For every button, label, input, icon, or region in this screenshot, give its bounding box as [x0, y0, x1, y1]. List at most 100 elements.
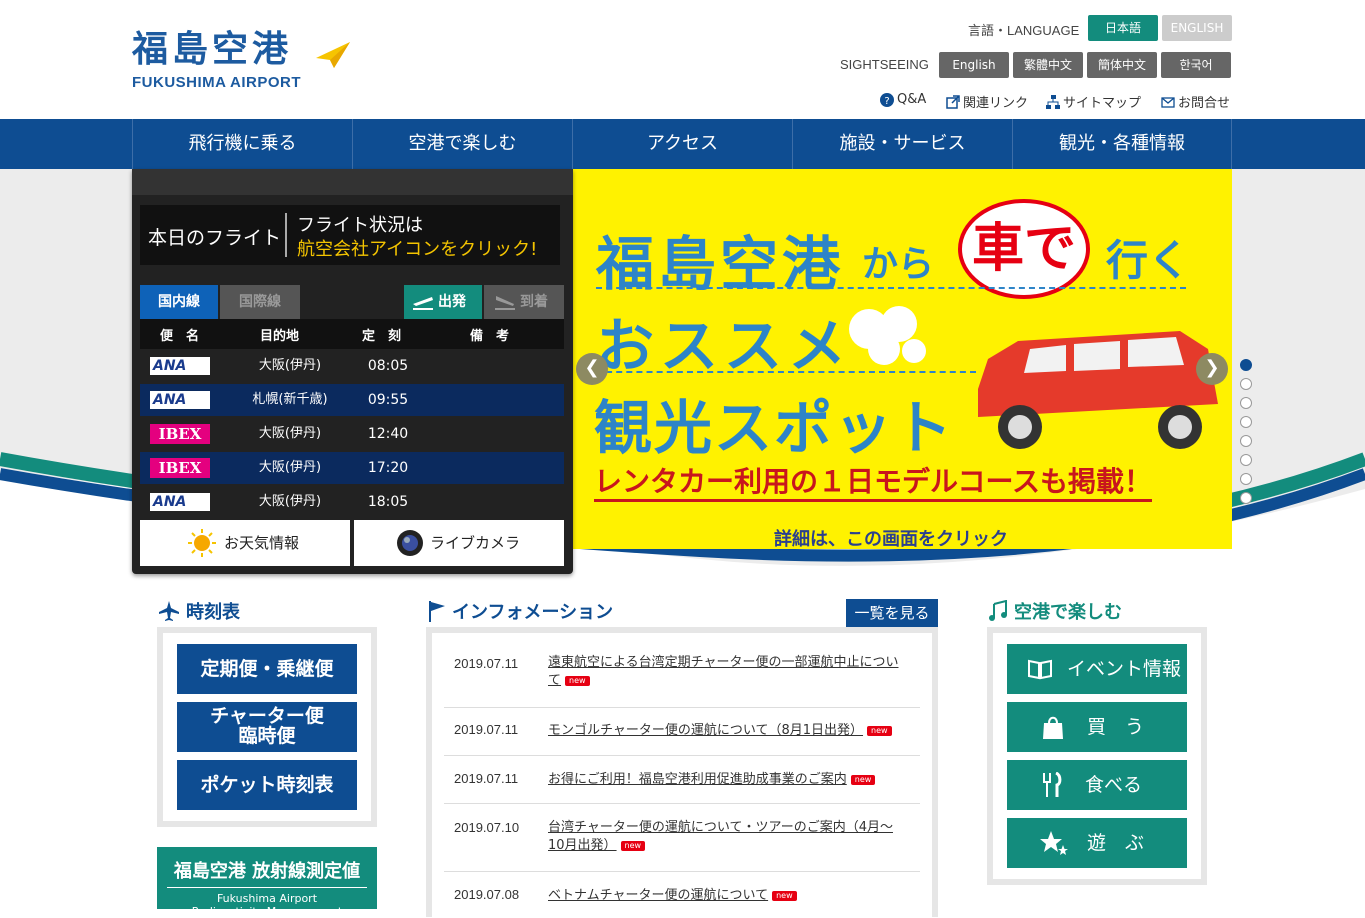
ibex-logo[interactable]: IBEX — [150, 458, 210, 478]
camera-lens-icon — [397, 530, 423, 556]
tab-domestic[interactable]: 国内線 — [140, 285, 218, 319]
news-item[interactable]: 2019.07.11 モンゴルチャーター便の運航について（8月1日出発） new — [444, 708, 920, 756]
sight-english-button[interactable]: English — [939, 52, 1009, 78]
weather-label: お天気情報 — [224, 534, 300, 552]
slide-dot-1[interactable] — [1240, 359, 1252, 371]
slide-dot-4[interactable] — [1240, 416, 1252, 428]
radiation-banner[interactable]: 福島空港 放射線測定値 Fukushima Airport Radioactiv… — [157, 847, 377, 918]
nav-board-plane[interactable]: 飛行機に乗る — [132, 119, 352, 169]
news-date: 2019.07.11 — [454, 656, 519, 671]
livecam-button[interactable]: ライブカメラ — [354, 520, 564, 566]
new-badge: new — [850, 774, 876, 785]
charter-flights-button[interactable]: チャーター便 臨時便 — [177, 702, 357, 752]
sight-korean-button[interactable]: 한국어 — [1161, 52, 1231, 78]
logo-english: FUKUSHIMA AIRPORT — [132, 74, 302, 91]
ana-logo[interactable]: ANA — [150, 357, 210, 375]
slide-detail-link[interactable]: 詳細は、この画面をクリック — [774, 525, 1008, 551]
board-title-panel: 本日のフライト フライト状況は 航空会社アイコンをクリック! — [140, 205, 560, 265]
flight-board: 本日のフライト フライト状況は 航空会社アイコンをクリック! 国内線 国際線 出… — [132, 169, 573, 574]
tab-departure-label: 出発 — [438, 294, 466, 310]
timetable-heading: 時刻表 — [158, 598, 240, 624]
stars-icon — [1040, 831, 1068, 855]
sitemap-link[interactable]: サイトマップ — [1046, 92, 1141, 111]
slide-next-button[interactable]: ❯ — [1196, 353, 1228, 385]
news-item[interactable]: 2019.07.08 ベトナムチャーター便の運航について new — [444, 872, 920, 912]
board-top-bar — [132, 169, 573, 195]
sight-traditional-chinese-button[interactable]: 繁體中文 — [1013, 52, 1083, 78]
lang-english-button[interactable]: ENGLISH — [1162, 15, 1232, 41]
related-links-link[interactable]: 関連リンク — [946, 92, 1028, 111]
info-heading: インフォメーション — [428, 598, 613, 624]
sight-simplified-chinese-button[interactable]: 簡体中文 — [1087, 52, 1157, 78]
timetable-heading-label: 時刻表 — [186, 602, 240, 623]
news-item[interactable]: 2019.07.11 お得にご利用！福島空港利用促進助成事業のご案内 new — [444, 756, 920, 804]
view-all-button[interactable]: 一覧を見る — [846, 599, 938, 627]
flight-row: IBEX 大阪(伊丹) 17:20 — [140, 452, 564, 484]
ibex-logo[interactable]: IBEX — [150, 424, 210, 444]
event-info-button[interactable]: イベント情報 — [1007, 644, 1187, 694]
board-header-row: 便 名 目的地 定 刻 備 考 — [140, 319, 564, 349]
radiation-subtitle-2: Radioactivity Measurement — [191, 905, 343, 918]
new-badge: new — [565, 675, 590, 686]
arrival-icon — [495, 296, 515, 310]
news-title[interactable]: お得にご利用！福島空港利用促進助成事業のご案内 new — [548, 771, 908, 789]
tab-arrival[interactable]: 到着 — [484, 285, 564, 319]
info-heading-label: インフォメーション — [452, 602, 614, 623]
news-date: 2019.07.11 — [454, 771, 519, 786]
slide-divider-2 — [596, 371, 976, 373]
slide-dot-2[interactable] — [1240, 378, 1252, 390]
nav-facilities[interactable]: 施設・サービス — [792, 119, 1012, 169]
radiation-subtitle: Fukushima Airport — [216, 892, 318, 905]
slide-dot-7[interactable] — [1240, 473, 1252, 485]
flight-row: ANA 大阪(伊丹) 18:05 — [140, 486, 564, 518]
flight-row: IBEX 大阪(伊丹) 12:40 — [140, 418, 564, 450]
new-badge: new — [772, 890, 797, 901]
play-button[interactable]: 遊 ぶ — [1007, 818, 1187, 868]
news-item[interactable]: 2019.07.11 遠東航空による台湾定期チャーター便の一部運航中止について n… — [444, 648, 920, 708]
regular-flights-button[interactable]: 定期便・乗継便 — [177, 644, 357, 694]
slide-dot-8[interactable] — [1240, 492, 1252, 504]
temporary-label: 臨時便 — [238, 725, 296, 747]
slide-dot-3[interactable] — [1240, 397, 1252, 409]
ana-logo[interactable]: ANA — [150, 493, 210, 511]
news-date: 2019.07.08 — [454, 887, 520, 902]
red-car-icon — [978, 331, 1218, 449]
book-icon — [1028, 659, 1052, 680]
flight-destination: 大阪(伊丹) — [258, 460, 322, 475]
nav-access[interactable]: アクセス — [572, 119, 792, 169]
nav-enjoy-airport[interactable]: 空港で楽しむ — [352, 119, 572, 169]
flight-row: ANA 札幌(新千歳) 09:55 — [140, 384, 564, 416]
tab-international[interactable]: 国際線 — [220, 285, 300, 319]
news-title[interactable]: 遠東航空による台湾定期チャーター便の一部運航中止について new — [548, 654, 908, 690]
news-title[interactable]: 台湾チャーター便の運航について・ツアーのご案内（4月～10月出発） new — [548, 819, 908, 855]
lang-japanese-button[interactable]: 日本語 — [1088, 15, 1158, 41]
pocket-timetable-button[interactable]: ポケット時刻表 — [177, 760, 357, 810]
airplane-icon — [159, 601, 179, 621]
board-note-line1: フライト状況は — [297, 215, 423, 236]
external-link-icon — [946, 94, 960, 109]
sitemap-icon — [1046, 94, 1060, 109]
tab-departure[interactable]: 出発 — [404, 285, 482, 319]
shopping-button[interactable]: 買 う — [1007, 702, 1187, 752]
paper-plane-icon — [316, 42, 350, 68]
new-badge: new — [867, 725, 892, 736]
ana-logo[interactable]: ANA — [150, 391, 210, 409]
slide-dot-6[interactable] — [1240, 454, 1252, 466]
news-title[interactable]: ベトナムチャーター便の運航について new — [548, 887, 908, 905]
dining-label: 食べる — [1085, 774, 1143, 796]
flight-time: 08:05 — [367, 358, 409, 374]
nav-tourism-info[interactable]: 観光・各種情報 — [1012, 119, 1232, 169]
timetable-box: 定期便・乗継便 チャーター便 臨時便 ポケット時刻表 — [157, 627, 377, 827]
col-scheduled: 定 刻 — [362, 329, 402, 344]
slide-line1-small: から — [862, 244, 935, 285]
slide-prev-button[interactable]: ❮ — [576, 353, 608, 385]
dining-button[interactable]: 食べる — [1007, 760, 1187, 810]
news-item[interactable]: 2019.07.10 台湾チャーター便の運航について・ツアーのご案内（4月～10… — [444, 804, 920, 872]
weather-button[interactable]: お天気情報 — [140, 520, 350, 566]
contact-link[interactable]: お問合せ — [1161, 92, 1230, 111]
slide-dot-5[interactable] — [1240, 435, 1252, 447]
mail-icon — [1161, 96, 1175, 108]
news-title[interactable]: モンゴルチャーター便の運航について（8月1日出発） new — [548, 722, 908, 740]
qa-link[interactable]: ? Q&A — [880, 92, 926, 107]
hero-slide[interactable]: 福島空港 から 車で 行く おススメ 観光スポット レンタカー利用の１日モデルコ… — [572, 169, 1232, 551]
